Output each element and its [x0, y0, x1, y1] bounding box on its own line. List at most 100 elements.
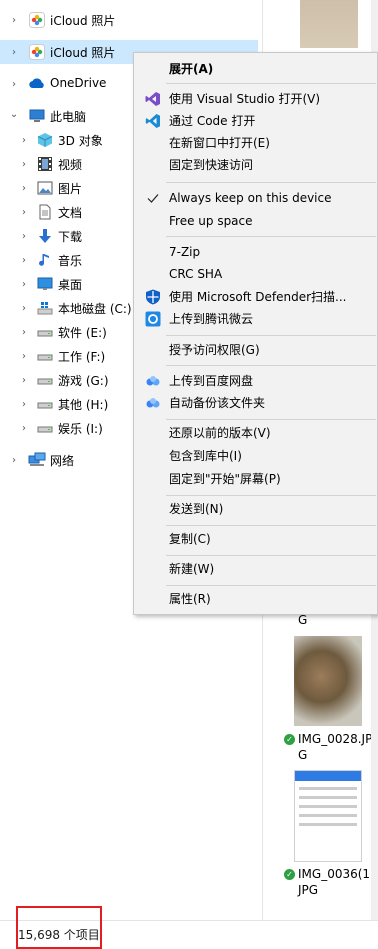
menu-separator	[166, 495, 376, 496]
documents-icon	[39, 204, 51, 220]
chevron-right-icon[interactable]: ›	[20, 327, 28, 338]
music-icon	[39, 254, 49, 266]
nav-item-label: 下载	[58, 230, 83, 244]
file-name: G	[298, 748, 308, 762]
chevron-right-icon[interactable]: ›	[20, 399, 28, 410]
downloads-icon	[39, 229, 51, 243]
menu-item-label: 属性(R)	[169, 592, 211, 606]
file-thumbnail[interactable]	[300, 0, 358, 48]
onedrive-cloud-icon	[29, 78, 44, 88]
file-thumbnail-grapes[interactable]	[294, 636, 362, 726]
nav-item-label: 网络	[50, 454, 75, 468]
file-name: JPG	[298, 883, 319, 897]
3d-objects-icon	[37, 133, 53, 147]
menu-item-label: 自动备份该文件夹	[169, 396, 266, 410]
chevron-right-icon[interactable]: ›	[20, 159, 28, 170]
thumbnail-line	[299, 823, 357, 826]
drive-icon	[37, 354, 53, 361]
menu-item-label: Free up space	[169, 214, 253, 228]
menu-item-defender-scan[interactable]: 使用 Microsoft Defender扫描...	[135, 286, 377, 308]
menu-item-7zip[interactable]: 7-Zip	[135, 241, 377, 263]
chevron-right-icon[interactable]: ›	[20, 231, 28, 242]
nav-item-label: 桌面	[58, 278, 83, 292]
chevron-right-icon[interactable]: ›	[20, 135, 28, 146]
chevron-right-icon[interactable]: ›	[20, 207, 28, 218]
thumbnail-line	[299, 796, 357, 799]
icloud-photos-icon	[29, 12, 45, 28]
menu-item-new[interactable]: 新建(W)	[135, 558, 377, 580]
menu-separator	[166, 555, 376, 556]
nav-item-label: 图片	[58, 182, 83, 196]
menu-separator	[166, 585, 376, 586]
menu-separator	[166, 83, 376, 84]
menu-separator	[166, 419, 376, 420]
desktop-icon	[37, 277, 53, 290]
menu-item-label: 使用 Microsoft Defender扫描...	[169, 290, 347, 304]
menu-item-pin-quick-access[interactable]: 固定到快速访问	[135, 154, 377, 176]
menu-item-crc-sha[interactable]: CRC SHA	[135, 263, 377, 285]
baidu-netdisk-icon	[146, 376, 160, 386]
chevron-right-icon[interactable]: ›	[20, 183, 28, 194]
nav-item-label: iCloud 照片	[50, 14, 116, 28]
menu-item-copy[interactable]: 复制(C)	[135, 528, 377, 550]
menu-item-restore-versions[interactable]: 还原以前的版本(V)	[135, 422, 377, 444]
menu-item-open-code[interactable]: 通过 Code 打开	[135, 110, 377, 132]
computer-icon	[29, 109, 45, 122]
thumbnail-line	[299, 814, 357, 817]
network-icon	[28, 452, 46, 466]
file-name: IMG_0028.JP	[298, 732, 373, 746]
menu-item-open-visual-studio[interactable]: 使用 Visual Studio 打开(V)	[135, 88, 377, 110]
menu-separator	[166, 335, 376, 336]
synced-check-icon: ✓	[284, 869, 295, 880]
chevron-right-icon[interactable]: ›	[10, 79, 18, 90]
chevron-right-icon[interactable]: ›	[10, 455, 18, 466]
visual-studio-icon	[145, 92, 160, 106]
chevron-right-icon[interactable]: ›	[20, 423, 28, 434]
icloud-photos-icon	[29, 44, 45, 60]
menu-item-label: 上传到百度网盘	[169, 374, 254, 388]
pictures-icon	[37, 181, 53, 195]
drive-icon	[37, 426, 53, 433]
nav-item-label: 音乐	[58, 254, 83, 268]
highlight-box	[16, 906, 102, 949]
context-menu: 展开(A) 使用 Visual Studio 打开(V) 通过 Code 打开 …	[133, 52, 378, 615]
chevron-down-icon[interactable]: ⌄	[10, 109, 18, 120]
menu-item-upload-weiyun[interactable]: 上传到腾讯微云	[135, 308, 377, 330]
nav-item-label: 3D 对象	[58, 134, 103, 148]
menu-separator	[166, 236, 376, 237]
menu-item-open-new-window[interactable]: 在新窗口中打开(E)	[135, 132, 377, 154]
file-thumbnail-screenshot[interactable]	[294, 770, 362, 862]
menu-item-expand[interactable]: 展开(A)	[135, 58, 377, 80]
menu-separator	[166, 525, 376, 526]
chevron-right-icon[interactable]: ›	[10, 15, 18, 26]
menu-item-label: 还原以前的版本(V)	[169, 426, 271, 440]
menu-item-free-up-space[interactable]: Free up space	[135, 210, 377, 232]
menu-item-send-to[interactable]: 发送到(N)	[135, 498, 377, 520]
nav-item-label: 此电脑	[50, 110, 87, 124]
menu-item-pin-start[interactable]: 固定到"开始"屏幕(P)	[135, 468, 377, 490]
menu-item-label: 上传到腾讯微云	[169, 312, 254, 326]
nav-item-label: 其他 (H:)	[58, 398, 109, 412]
baidu-netdisk-icon	[146, 398, 160, 408]
menu-item-grant-access[interactable]: 授予访问权限(G)	[135, 339, 377, 361]
menu-item-properties[interactable]: 属性(R)	[135, 588, 377, 610]
menu-item-include-library[interactable]: 包含到库中(I)	[135, 445, 377, 467]
chevron-right-icon[interactable]: ›	[20, 279, 28, 290]
chevron-right-icon[interactable]: ›	[20, 351, 28, 362]
chevron-right-icon[interactable]: ›	[20, 375, 28, 386]
weiyun-icon	[145, 311, 161, 327]
menu-item-always-keep[interactable]: Always keep on this device	[135, 187, 377, 209]
menu-item-label: 新建(W)	[169, 562, 215, 576]
menu-item-label: 通过 Code 打开	[169, 114, 256, 128]
thumbnail-line	[299, 787, 357, 790]
chevron-right-icon[interactable]: ›	[20, 255, 28, 266]
menu-item-upload-baidu[interactable]: 上传到百度网盘	[135, 370, 377, 392]
nav-item-label: 软件 (E:)	[58, 326, 107, 340]
drive-icon	[37, 378, 53, 385]
nav-item-label: 本地磁盘 (C:)	[58, 302, 132, 316]
chevron-right-icon[interactable]: ›	[10, 47, 18, 58]
nav-item-icloud-photos-1[interactable]: › iCloud 照片	[0, 8, 258, 32]
chevron-right-icon[interactable]: ›	[20, 303, 28, 314]
menu-item-auto-backup[interactable]: 自动备份该文件夹	[135, 392, 377, 414]
menu-separator	[166, 182, 376, 183]
